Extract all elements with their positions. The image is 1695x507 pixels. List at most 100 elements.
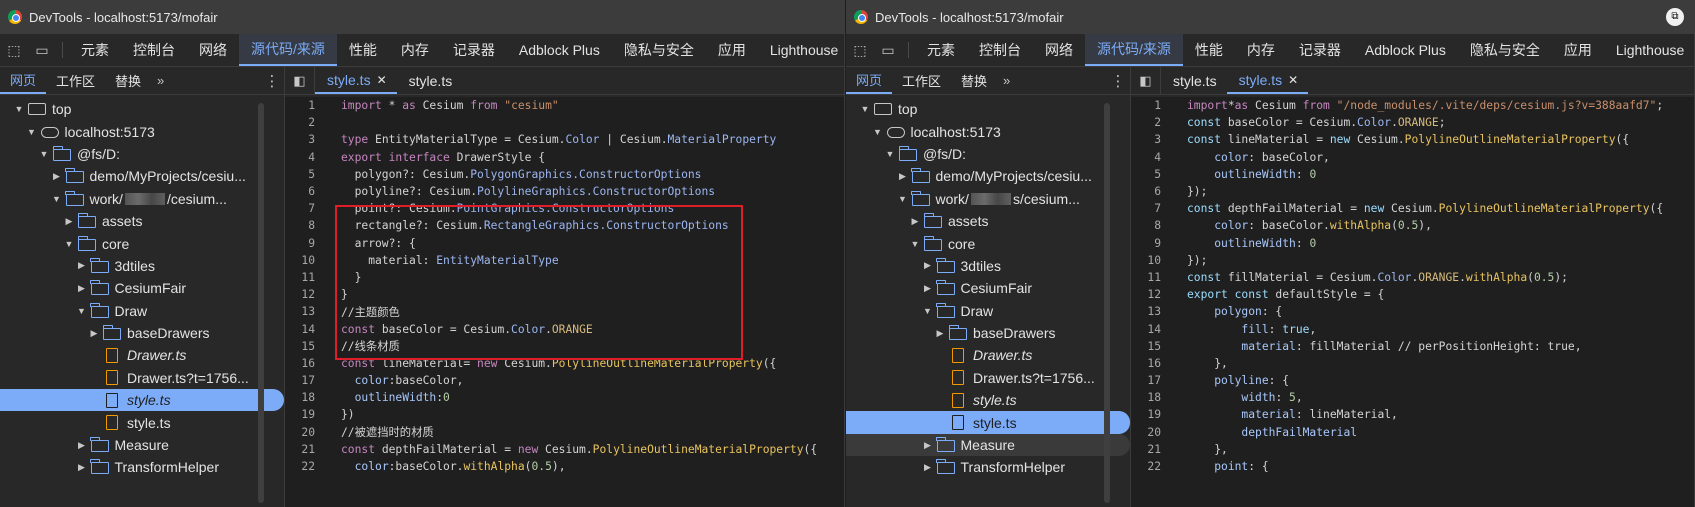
tree-item[interactable]: ▶ TransformHelper (0, 456, 284, 478)
line-number[interactable]: 21 (1131, 443, 1169, 456)
line-number[interactable]: 15 (285, 340, 323, 353)
line-number[interactable]: 8 (1131, 219, 1169, 232)
main-tab[interactable]: 性能 (1183, 34, 1235, 66)
editor-tab[interactable]: style.ts (397, 67, 463, 94)
line-number[interactable]: 19 (285, 408, 323, 421)
line-number[interactable]: 11 (285, 271, 323, 284)
line-number[interactable]: 6 (1131, 185, 1169, 198)
more-options-icon[interactable]: ⋮ (260, 67, 284, 94)
main-tab[interactable]: 控制台 (121, 34, 187, 66)
tree-item[interactable]: style.ts (846, 411, 1130, 434)
collapsed-arrow-icon[interactable]: ▶ (921, 440, 935, 451)
tree-item[interactable]: ▼ Draw (846, 300, 1130, 322)
collapsed-arrow-icon[interactable]: ▶ (933, 328, 947, 339)
navigator-tab[interactable]: 网页 (0, 67, 47, 94)
tree-item[interactable]: ▶ TransformHelper (846, 456, 1130, 478)
tree-item[interactable]: ▶ Measure (846, 433, 1130, 457)
tree-item[interactable]: ▼ work/s/cesium... (846, 188, 1130, 210)
tree-item[interactable]: Drawer.ts (846, 344, 1130, 366)
line-number[interactable]: 9 (285, 237, 323, 250)
tree-item[interactable]: style.ts (846, 389, 1130, 411)
expanded-arrow-icon[interactable]: ▼ (37, 149, 51, 159)
main-tab[interactable]: Lighthouse (758, 34, 844, 66)
device-toolbar-icon[interactable]: ▭ (874, 34, 902, 66)
line-number[interactable]: 8 (285, 219, 323, 232)
tree-item[interactable]: style.ts (0, 389, 284, 412)
main-tab[interactable]: 记录器 (1287, 34, 1353, 66)
expanded-arrow-icon[interactable]: ▼ (50, 194, 64, 204)
expanded-arrow-icon[interactable]: ▼ (12, 104, 26, 114)
line-number[interactable]: 3 (1131, 133, 1169, 146)
tree-item[interactable]: ▼ core (0, 232, 284, 254)
tree-item[interactable]: ▶ demo/MyProjects/cesiu... (846, 165, 1130, 187)
collapsed-arrow-icon[interactable]: ▶ (50, 171, 64, 182)
line-number[interactable]: 16 (285, 357, 323, 370)
tree-item[interactable]: ▶ Measure (0, 434, 284, 456)
main-tab[interactable]: 性能 (337, 34, 389, 66)
main-tab[interactable]: 记录器 (441, 34, 507, 66)
main-tab[interactable]: 应用 (706, 34, 758, 66)
tree-item[interactable]: ▼ work/ /cesium... (0, 188, 284, 210)
line-number[interactable]: 19 (1131, 408, 1169, 421)
tree-item[interactable]: ▶ baseDrawers (846, 322, 1130, 344)
line-number[interactable]: 2 (285, 116, 323, 129)
collapsed-arrow-icon[interactable]: ▶ (75, 462, 89, 473)
main-tab[interactable]: 隐私与安全 (1458, 34, 1552, 66)
tree-item[interactable]: ▶ CesiumFair (846, 277, 1130, 299)
tree-item[interactable]: ▼ localhost:5173 (0, 120, 284, 142)
tree-item[interactable]: Drawer.ts (0, 344, 284, 366)
expanded-arrow-icon[interactable]: ▼ (871, 127, 885, 137)
navigator-tab[interactable]: 网页 (846, 67, 893, 94)
line-number[interactable]: 22 (285, 460, 323, 473)
collapsed-arrow-icon[interactable]: ▶ (921, 283, 935, 294)
main-tab[interactable]: 源代码/来源 (239, 34, 337, 66)
line-number[interactable]: 22 (1131, 460, 1169, 473)
line-number[interactable]: 13 (285, 305, 323, 318)
collapsed-arrow-icon[interactable]: ▶ (921, 462, 935, 473)
tree-item[interactable]: ▼ @fs/D: (0, 143, 284, 165)
close-icon[interactable]: ✕ (377, 73, 387, 87)
tree-item[interactable]: ▶ 3dtiles (0, 255, 284, 277)
main-tab[interactable]: 元素 (69, 34, 121, 66)
line-number[interactable]: 12 (285, 288, 323, 301)
toggle-navigator-icon[interactable]: ◧ (1131, 67, 1161, 94)
main-tab[interactable]: 网络 (1033, 34, 1085, 66)
editor-tab[interactable]: style.ts (1161, 67, 1227, 94)
collapsed-arrow-icon[interactable]: ▶ (75, 260, 89, 271)
tree-item[interactable]: ▶ CesiumFair (0, 277, 284, 299)
inspect-element-icon[interactable]: ⬚ (0, 34, 28, 66)
tree-item[interactable]: ▼ core (846, 232, 1130, 254)
navigator-tab[interactable]: 替换 (105, 67, 151, 94)
main-tab[interactable]: 内存 (389, 34, 441, 66)
line-number[interactable]: 18 (1131, 391, 1169, 404)
device-toolbar-icon[interactable]: ▭ (28, 34, 56, 66)
main-tab[interactable]: 控制台 (967, 34, 1033, 66)
main-tab[interactable]: 源代码/来源 (1085, 34, 1183, 66)
line-number[interactable]: 18 (285, 391, 323, 404)
collapsed-arrow-icon[interactable]: ▶ (75, 440, 89, 451)
collapsed-arrow-icon[interactable]: ▶ (62, 216, 76, 227)
expanded-arrow-icon[interactable]: ▼ (921, 306, 935, 316)
navigator-tab[interactable]: 工作区 (46, 67, 105, 94)
collapsed-arrow-icon[interactable]: ▶ (896, 171, 910, 182)
line-number[interactable]: 5 (1131, 168, 1169, 181)
tree-item[interactable]: ▶ demo/MyProjects/cesiu... (0, 165, 284, 187)
toggle-navigator-icon[interactable]: ◧ (285, 67, 315, 94)
picture-in-picture-icon[interactable]: ⧉ (1666, 8, 1684, 26)
collapsed-arrow-icon[interactable]: ▶ (87, 328, 101, 339)
line-number[interactable]: 2 (1131, 116, 1169, 129)
editor-tab[interactable]: style.ts ✕ (1226, 67, 1309, 94)
line-number[interactable]: 10 (1131, 254, 1169, 267)
line-number[interactable]: 14 (1131, 323, 1169, 336)
collapsed-arrow-icon[interactable]: ▶ (75, 283, 89, 294)
line-number[interactable]: 17 (1131, 374, 1169, 387)
tree-item[interactable]: Drawer.ts?t=1756... (0, 367, 284, 389)
main-tab[interactable]: Lighthouse (1604, 34, 1694, 66)
tree-item[interactable]: Drawer.ts?t=1756... (846, 367, 1130, 389)
line-number[interactable]: 14 (285, 323, 323, 336)
tree-item[interactable]: style.ts (0, 411, 284, 433)
line-number[interactable]: 5 (285, 168, 323, 181)
line-number[interactable]: 3 (285, 133, 323, 146)
main-tab[interactable]: 内存 (1235, 34, 1287, 66)
line-number[interactable]: 4 (285, 151, 323, 164)
